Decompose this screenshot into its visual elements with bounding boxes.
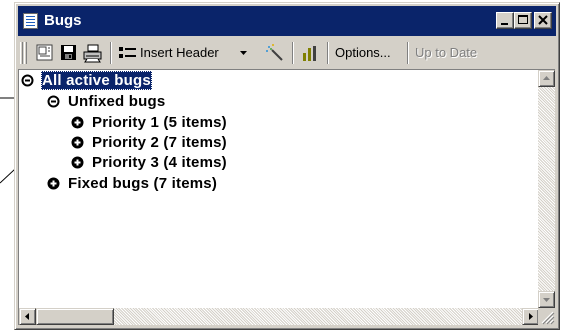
properties-button[interactable] xyxy=(33,42,57,64)
title-bar[interactable]: Bugs xyxy=(18,6,556,36)
minimize-button[interactable] xyxy=(496,12,514,29)
properties-icon xyxy=(36,44,53,61)
scroll-down-button[interactable] xyxy=(538,291,555,308)
scroll-right-button[interactable] xyxy=(522,308,539,325)
horizontal-scroll-thumb[interactable] xyxy=(36,308,114,325)
tree-item-label: Unfixed bugs xyxy=(68,93,166,110)
close-button[interactable] xyxy=(534,12,552,29)
magic-wand-icon xyxy=(266,44,283,61)
options-button[interactable]: Options... xyxy=(332,42,406,64)
tree-item-label: Priority 3 (4 items) xyxy=(92,154,227,171)
insert-header-icon xyxy=(119,47,136,58)
insert-header-label: Insert Header xyxy=(140,45,219,60)
tree-view[interactable]: All active bugs Unfixed bugs Priority 1 … xyxy=(18,69,555,325)
vertical-scrollbar[interactable] xyxy=(538,70,555,308)
tree-item-label: Fixed bugs (7 items) xyxy=(68,175,218,192)
tree-item-label: Priority 2 (7 items) xyxy=(92,134,227,151)
arrow-up-icon xyxy=(543,76,550,80)
collapse-icon[interactable] xyxy=(47,95,60,108)
resize-grip-icon xyxy=(541,311,555,325)
toolbar-separator xyxy=(327,42,329,64)
close-icon xyxy=(538,15,548,25)
maximize-button[interactable] xyxy=(514,12,532,29)
resize-grip[interactable] xyxy=(538,308,555,325)
horizontal-scrollbar[interactable] xyxy=(19,308,539,325)
scroll-left-button[interactable] xyxy=(19,308,36,325)
minimize-icon xyxy=(501,23,508,25)
insert-header-button[interactable]: Insert Header xyxy=(116,42,259,64)
tree-item-label: All active bugs xyxy=(41,71,152,90)
toolbar-grip[interactable] xyxy=(20,42,23,64)
up-to-date-label: Up to Date xyxy=(415,45,478,60)
toolbar-separator xyxy=(292,42,294,64)
up-to-date-button[interactable]: Up to Date xyxy=(412,42,492,64)
bugs-window: Bugs Insert Header Options... Up to Date… xyxy=(14,2,560,330)
expand-icon[interactable] xyxy=(71,136,84,149)
save-icon xyxy=(61,45,76,60)
options-label: Options... xyxy=(335,45,391,60)
scroll-up-button[interactable] xyxy=(538,70,555,87)
bar-chart-icon xyxy=(303,46,316,61)
window-title: Bugs xyxy=(44,12,82,29)
arrow-right-icon xyxy=(529,313,533,320)
toolbar-grip[interactable] xyxy=(24,42,27,64)
chevron-down-icon xyxy=(240,51,247,55)
toolbar-separator xyxy=(407,42,409,64)
tree-item-label: Priority 1 (5 items) xyxy=(92,114,227,131)
maximize-icon xyxy=(518,15,528,24)
expand-icon[interactable] xyxy=(71,116,84,129)
expand-icon[interactable] xyxy=(71,156,84,169)
expand-icon[interactable] xyxy=(47,177,60,190)
toolbar: Insert Header Options... Up to Date xyxy=(18,38,556,68)
magic-wand-button[interactable] xyxy=(263,42,287,64)
toolbar-separator xyxy=(110,42,112,64)
arrow-left-icon xyxy=(25,313,29,320)
chart-button[interactable] xyxy=(298,42,322,64)
save-button[interactable] xyxy=(58,42,80,64)
print-icon xyxy=(83,44,102,63)
print-button[interactable] xyxy=(81,42,105,64)
app-icon[interactable] xyxy=(23,13,38,29)
collapse-icon[interactable] xyxy=(21,74,34,87)
arrow-down-icon xyxy=(543,298,550,302)
